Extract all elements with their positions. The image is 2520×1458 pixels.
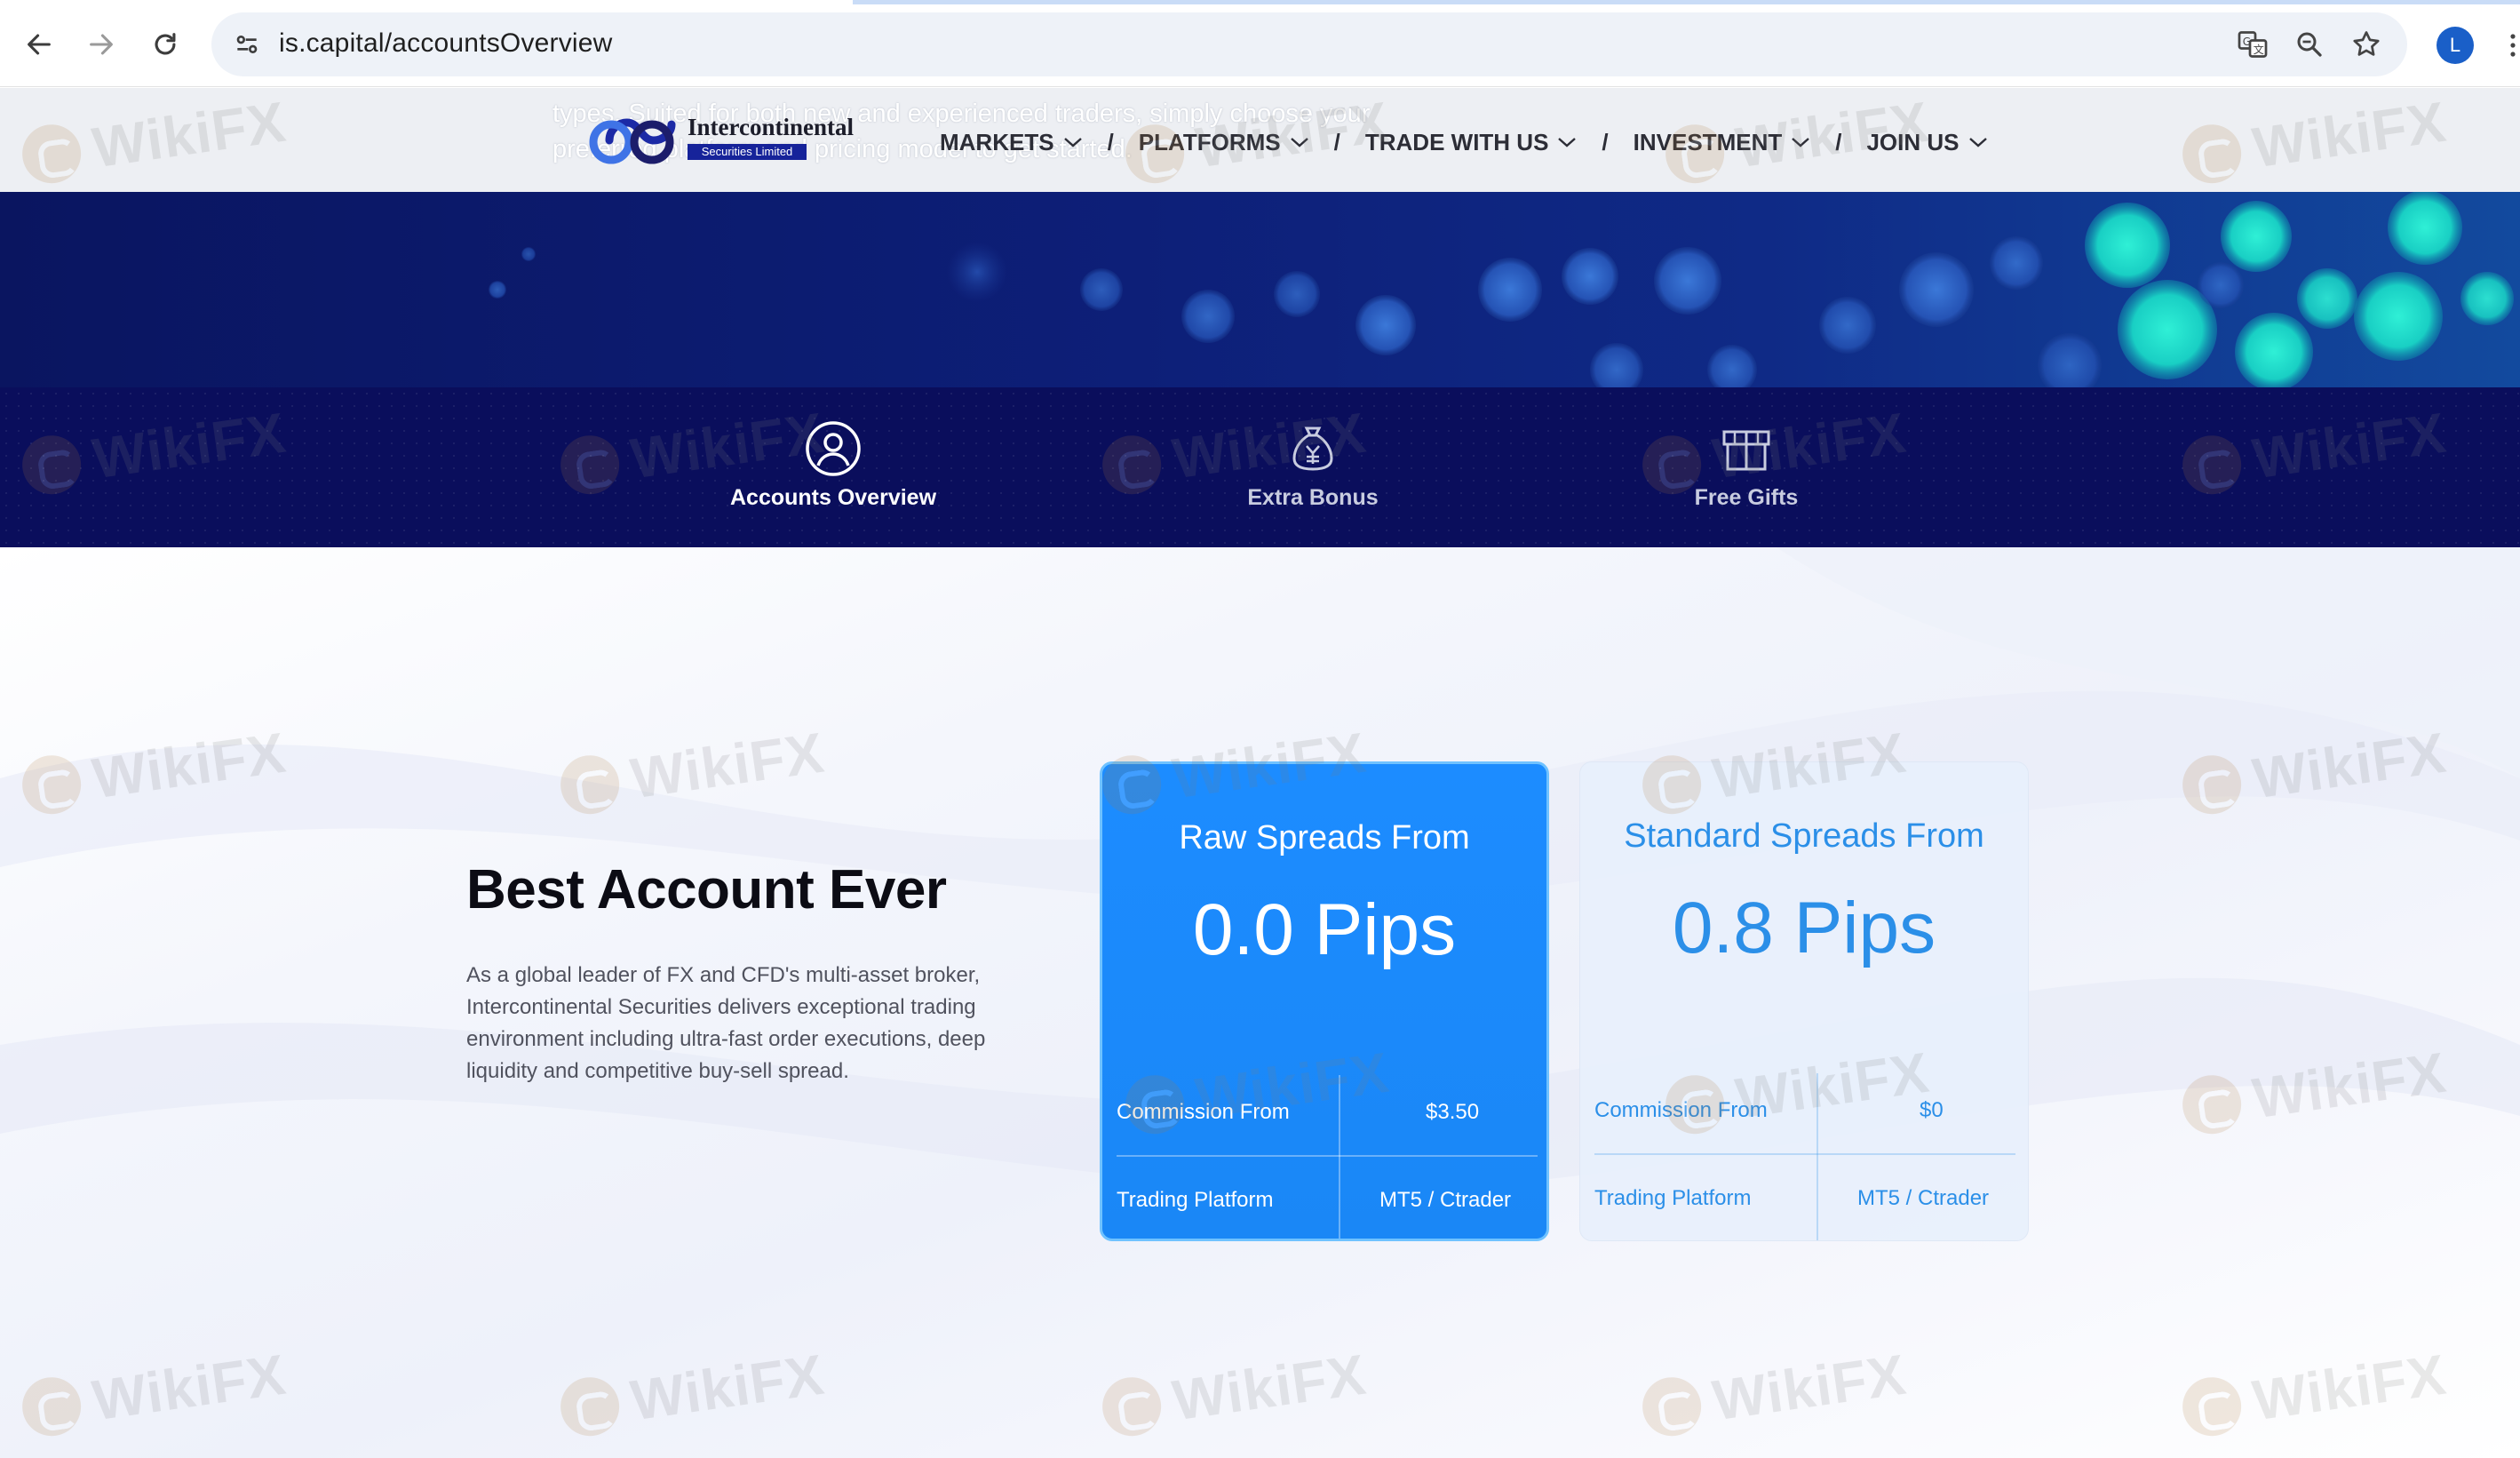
bokeh-background: [489, 192, 2514, 387]
chevron-down-icon: [1290, 138, 1308, 147]
commission-label: Commission From: [1117, 1100, 1290, 1124]
section-title: Best Account Ever: [466, 859, 947, 920]
chevron-down-icon: [1558, 138, 1577, 147]
forward-arrow-icon: [90, 34, 113, 55]
user-circle-icon: [806, 421, 861, 476]
nav-item-join-us[interactable]: JOIN US: [1866, 129, 1987, 156]
main-navigation: MARKETS / PLATFORMS / TRADE WITH US / IN…: [940, 124, 1988, 160]
tab-accounts-overview[interactable]: Accounts Overview: [700, 419, 966, 526]
nav-item-label: TRADE WITH US: [1364, 128, 1549, 155]
nav-item-platforms[interactable]: PLATFORMS: [1139, 129, 1309, 156]
table-divider: [1339, 1075, 1340, 1239]
raw-spreads-card[interactable]: Raw Spreads From 0.0 Pips Commission Fro…: [1100, 761, 1549, 1241]
translate-button[interactable]: G文: [2235, 27, 2270, 62]
reload-icon: [155, 33, 176, 55]
platform-label: Trading Platform: [1594, 1186, 1752, 1210]
site-info-icon: [236, 36, 258, 53]
nav-item-markets[interactable]: MARKETS: [940, 129, 1083, 156]
card-heading: Standard Spreads From: [1624, 817, 1984, 855]
site-info-button[interactable]: [227, 25, 266, 64]
chevron-down-icon: [1792, 138, 1810, 147]
standard-spreads-card[interactable]: Standard Spreads From 0.8 Pips Commissio…: [1579, 761, 2029, 1241]
card-spread-value: 0.0 Pips: [1192, 889, 1457, 970]
tab-label: Accounts Overview: [729, 485, 937, 510]
bookmark-button[interactable]: [2349, 27, 2384, 62]
card-spread-value: 0.8 Pips: [1672, 888, 1936, 968]
chevron-down-icon: [1063, 138, 1082, 147]
tab-extra-bonus[interactable]: Extra Bonus: [1180, 419, 1446, 526]
kebab-menu-icon: [2509, 34, 2516, 57]
tab-free-gifts[interactable]: Free Gifts: [1613, 419, 1880, 526]
account-tabs: Accounts Overview Extra Bonus Free Gifts: [0, 387, 2520, 547]
forward-button[interactable]: [76, 20, 126, 69]
nav-item-label: PLATFORMS: [1138, 128, 1281, 155]
commission-value: $0: [1920, 1098, 1944, 1122]
commission-value: $3.50: [1426, 1100, 1480, 1124]
commission-label: Commission From: [1594, 1098, 1768, 1122]
card-heading: Raw Spreads From: [1179, 819, 1470, 856]
tab-label: Free Gifts: [1694, 485, 1799, 510]
site-logo[interactable]: Intercontinental Securities Limited: [586, 112, 854, 169]
tab-label: Extra Bonus: [1247, 485, 1379, 510]
browser-menu-button[interactable]: [2505, 27, 2520, 64]
nav-item-label: INVESTMENT: [1633, 128, 1783, 155]
table-divider: [1816, 1073, 1818, 1240]
platform-value: MT5 / Ctrader: [1379, 1188, 1512, 1212]
logo-wordmark: Intercontinental: [688, 114, 854, 140]
back-arrow-icon: [28, 34, 51, 55]
profile-avatar[interactable]: L: [2437, 27, 2474, 64]
nav-separator: /: [1602, 128, 1609, 155]
svg-text:文: 文: [2254, 43, 2264, 56]
money-bag-icon: [1292, 426, 1333, 471]
chevron-down-icon: [1968, 138, 1987, 147]
nav-item-investment[interactable]: INVESTMENT: [1634, 129, 1811, 156]
back-button[interactable]: [14, 20, 64, 69]
zoom-icon: [2297, 32, 2322, 57]
accounts-overview-section: Best Account Ever As a global leader of …: [0, 547, 2520, 1458]
profile-initial: L: [2449, 34, 2461, 56]
infinity-logo-icon: [589, 118, 676, 164]
table-divider: [1117, 1155, 1538, 1157]
url-text[interactable]: is.capital/accountsOverview: [279, 28, 613, 59]
nav-separator: /: [1107, 128, 1114, 155]
bookmark-star-icon: [2353, 31, 2380, 56]
hero-banner: [0, 192, 2520, 387]
nav-item-label: MARKETS: [940, 128, 1054, 155]
zoom-button[interactable]: [2292, 27, 2327, 62]
browser-toolbar: is.capital/accountsOverview G文 L: [0, 0, 2520, 87]
tab-strip-accent: [853, 0, 2520, 4]
platform-value: MT5 / Ctrader: [1857, 1186, 1990, 1210]
nav-separator: /: [1835, 128, 1842, 155]
address-bar[interactable]: is.capital/accountsOverview G文: [211, 12, 2407, 76]
reload-button[interactable]: [140, 20, 190, 69]
gift-box-icon: [1722, 430, 1770, 471]
section-description: As a global leader of FX and CFD's multi…: [466, 963, 986, 1083]
card-details-table: Commission From $0 Trading Platform MT5 …: [1594, 1064, 2015, 1240]
nav-separator: /: [1333, 128, 1340, 155]
card-details-table: Commission From $3.50 Trading Platform M…: [1117, 1066, 1538, 1239]
table-divider: [1594, 1153, 2015, 1155]
platform-label: Trading Platform: [1117, 1188, 1274, 1212]
logo-subtitle: Securities Limited: [688, 144, 807, 160]
nav-item-label: JOIN US: [1866, 128, 1960, 155]
translate-icon: G文: [2238, 31, 2268, 58]
nav-item-trade-with-us[interactable]: TRADE WITH US: [1365, 129, 1578, 156]
